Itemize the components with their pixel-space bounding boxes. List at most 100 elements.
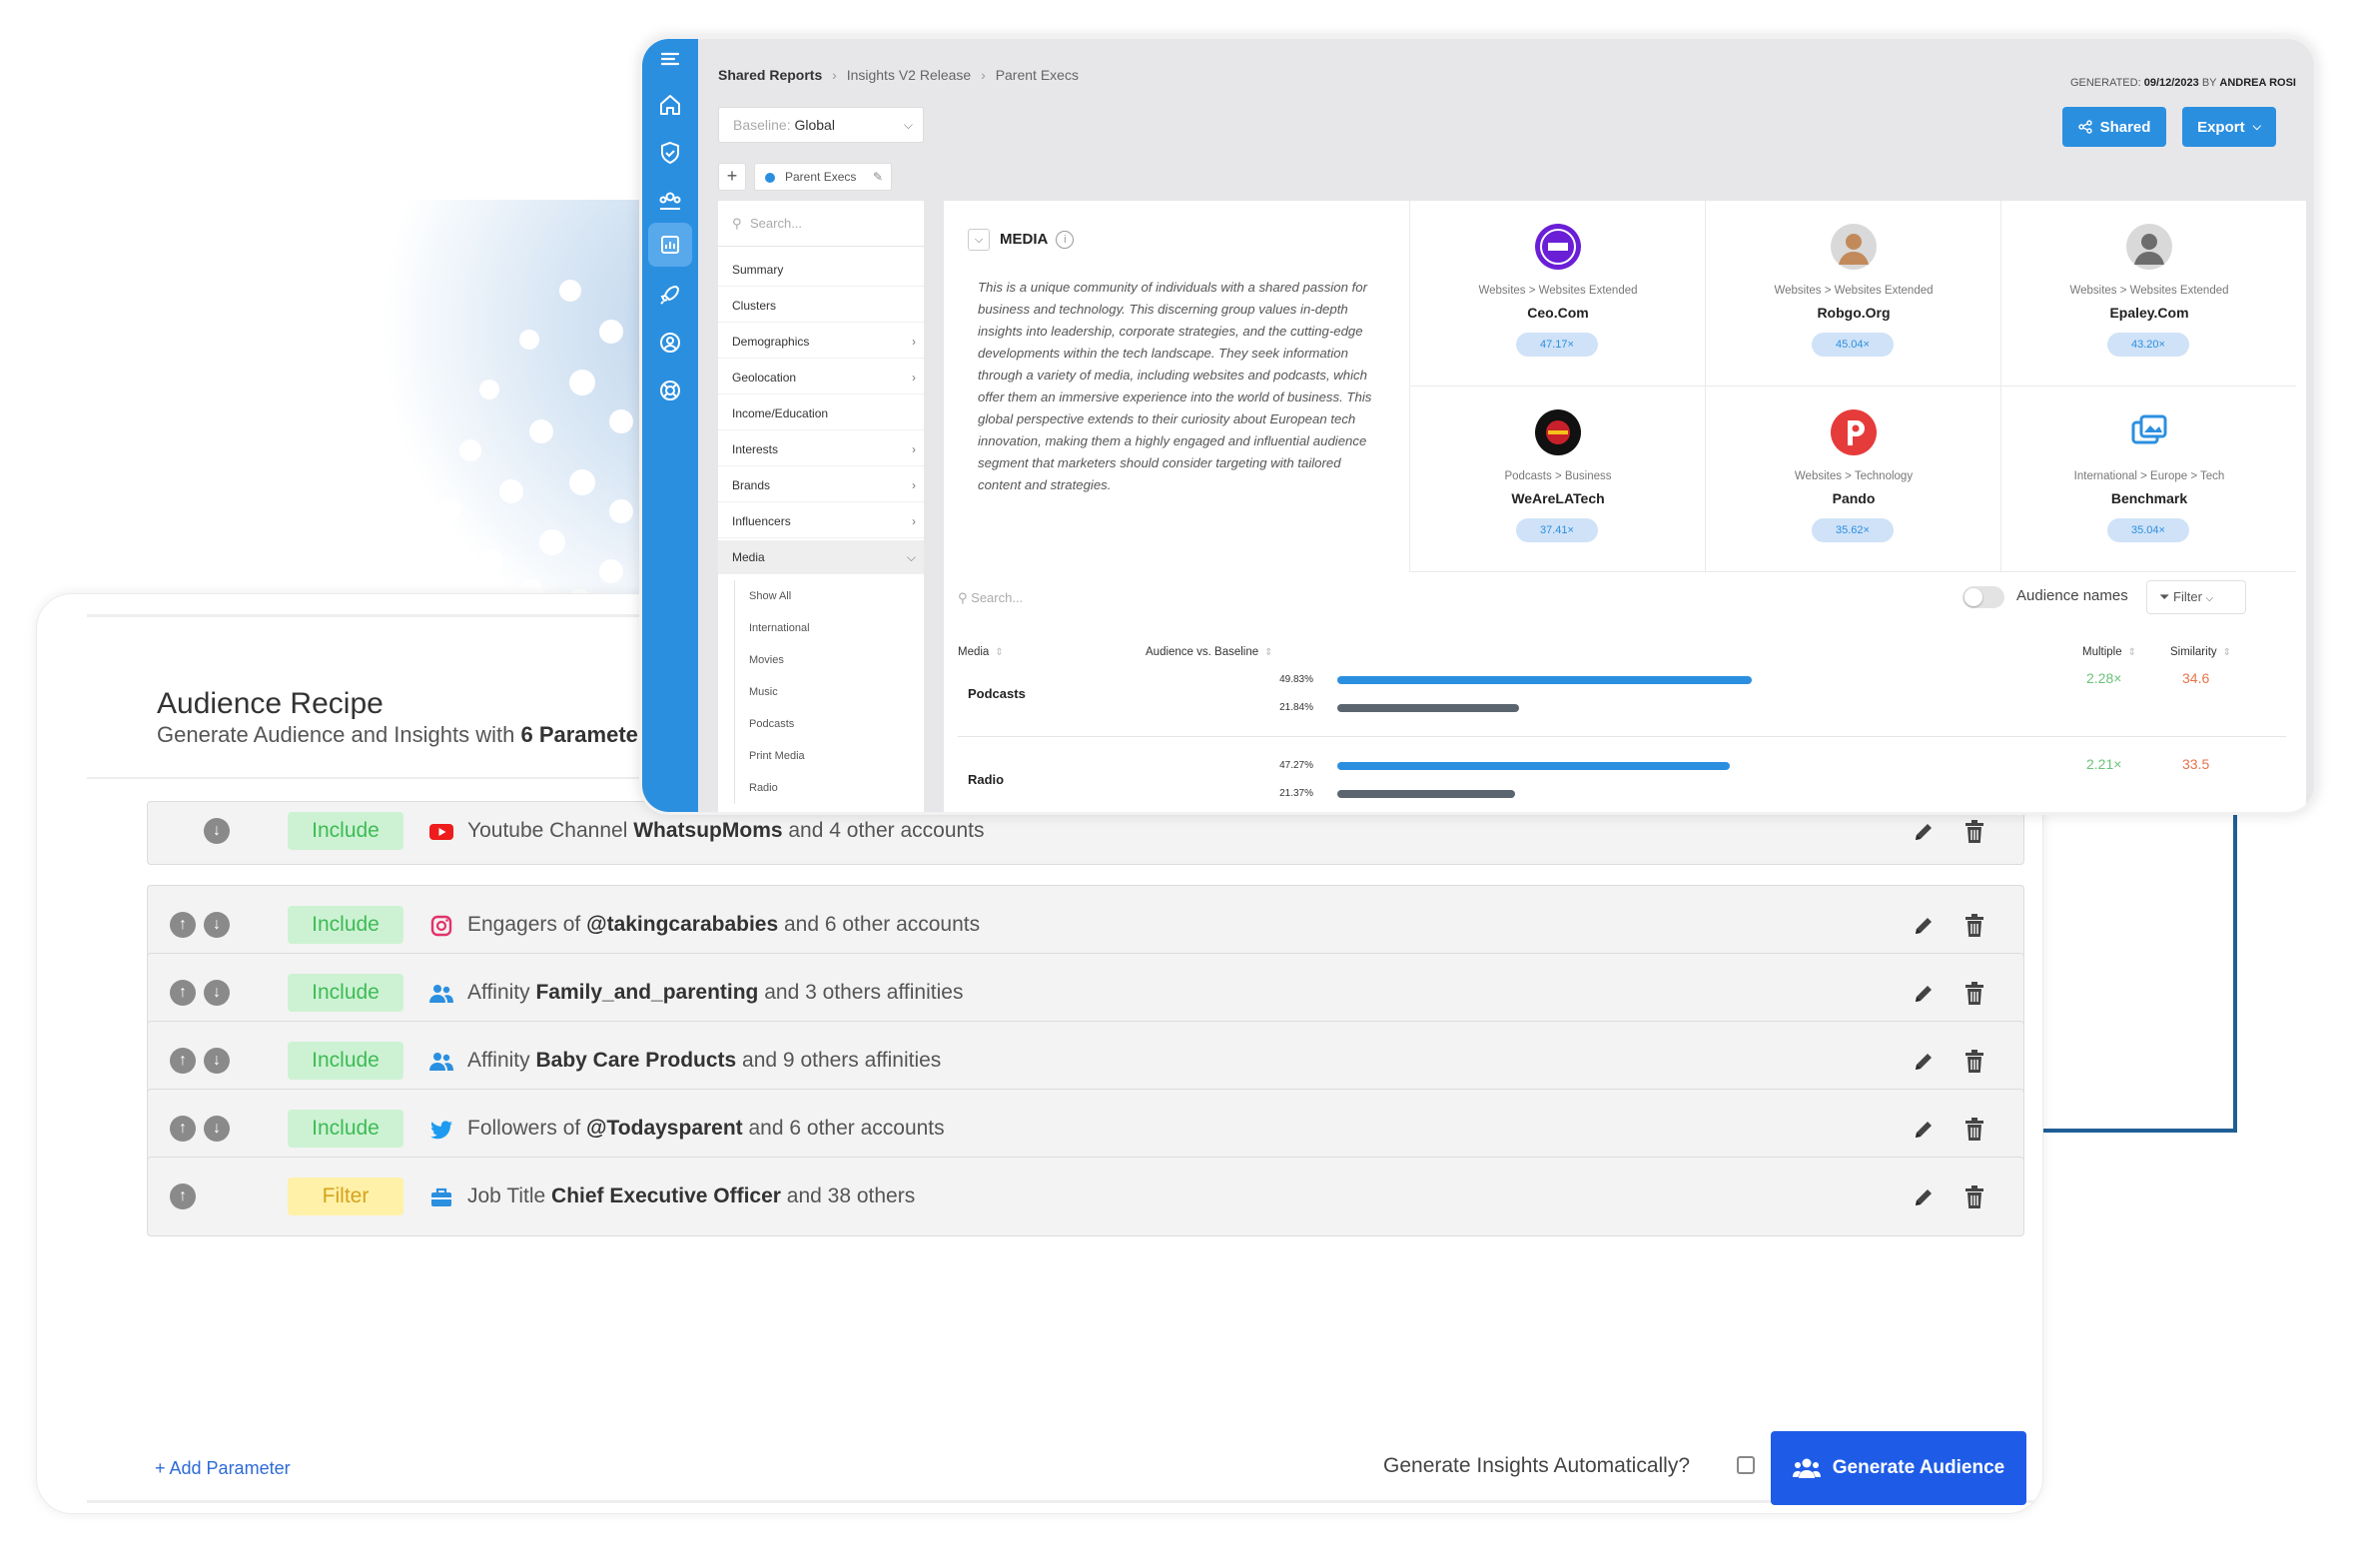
add-parameter-link[interactable]: + Add Parameter bbox=[155, 1458, 291, 1479]
menu-item-income-education[interactable]: Income/Education bbox=[718, 396, 924, 430]
parameter-type-badge[interactable]: Include bbox=[288, 1042, 403, 1080]
pencil-icon[interactable]: ✎ bbox=[873, 164, 883, 190]
column-header-similarity[interactable]: Similarity ⇕ bbox=[2170, 646, 2231, 658]
trash-icon[interactable] bbox=[1963, 1117, 1985, 1143]
menu-item-geolocation[interactable]: Geolocation › bbox=[718, 361, 924, 394]
move-down-button[interactable]: ↓ bbox=[204, 980, 230, 1006]
audience-icon[interactable] bbox=[656, 187, 684, 215]
media-card[interactable]: Websites > Websites Extended Robgo.Org 4… bbox=[1705, 201, 2000, 387]
people-icon bbox=[427, 1048, 455, 1076]
menu-icon[interactable] bbox=[656, 45, 684, 73]
shield-icon[interactable] bbox=[656, 139, 684, 167]
submenu-item[interactable]: Movies bbox=[734, 644, 924, 676]
parameter-type-badge[interactable]: Filter bbox=[288, 1177, 403, 1215]
breadcrumb-item-release[interactable]: Insights V2 Release bbox=[847, 67, 972, 83]
move-down-button[interactable]: ↓ bbox=[204, 1048, 230, 1074]
trash-icon[interactable] bbox=[1963, 1049, 1985, 1075]
edit-icon[interactable] bbox=[1912, 1050, 1936, 1074]
decor-dot bbox=[539, 529, 565, 555]
media-card-category: International > Europe > Tech bbox=[2073, 470, 2225, 482]
move-up-button[interactable]: ↑ bbox=[170, 980, 196, 1006]
move-up-button[interactable]: ↑ bbox=[170, 1183, 196, 1209]
support-icon[interactable] bbox=[656, 377, 684, 404]
column-header-audience[interactable]: Audience vs. Baseline ⇕ bbox=[1146, 646, 1273, 658]
edit-icon[interactable] bbox=[1912, 1118, 1936, 1142]
filter-button[interactable]: ⏷ Filter ⌵ bbox=[2146, 580, 2246, 614]
briefcase-icon bbox=[427, 1183, 455, 1211]
media-card[interactable]: Websites > Websites Extended Epaley.Com … bbox=[2000, 201, 2296, 387]
chevron-down-icon: ⌵ bbox=[2205, 593, 2214, 604]
column-header-media[interactable]: Media ⇕ bbox=[958, 646, 1004, 658]
decor-dot bbox=[609, 409, 633, 433]
baseline-select[interactable]: Baseline: Global ⌵ bbox=[718, 107, 924, 143]
submenu-item[interactable]: Show All bbox=[734, 580, 924, 612]
nav-rail bbox=[642, 39, 698, 812]
move-down-button[interactable]: ↓ bbox=[204, 1116, 230, 1142]
info-icon[interactable]: i bbox=[1056, 231, 1075, 249]
collapse-icon[interactable]: ⌵ bbox=[968, 229, 990, 251]
trash-icon[interactable] bbox=[1963, 913, 1985, 939]
breadcrumb-item-current: Parent Execs bbox=[995, 67, 1079, 83]
parameter-type-badge[interactable]: Include bbox=[288, 812, 403, 850]
home-icon[interactable] bbox=[656, 91, 684, 119]
parameter-type-badge[interactable]: Include bbox=[288, 1110, 403, 1148]
table-search-input[interactable]: ⚲ Search... bbox=[958, 590, 1023, 606]
edit-icon[interactable] bbox=[1912, 914, 1936, 938]
media-card[interactable]: Websites > Technology Pando 35.62× bbox=[1705, 387, 2000, 572]
menu-item-demographics[interactable]: Demographics › bbox=[718, 325, 924, 359]
edit-icon[interactable] bbox=[1912, 820, 1936, 844]
audience-names-toggle[interactable] bbox=[1962, 586, 2004, 608]
parameter-type-badge[interactable]: Include bbox=[288, 906, 403, 944]
menu-item-label: Influencers bbox=[732, 514, 791, 528]
parameter-type-badge[interactable]: Include bbox=[288, 974, 403, 1012]
segment-tab[interactable]: Parent Execs ✎ bbox=[754, 163, 892, 191]
user-circle-icon[interactable] bbox=[656, 329, 684, 357]
menu-item-influencers[interactable]: Influencers › bbox=[718, 504, 924, 538]
move-up-button[interactable]: ↑ bbox=[170, 912, 196, 938]
menu-item-label: Income/Education bbox=[732, 406, 829, 420]
generate-auto-checkbox[interactable] bbox=[1737, 1456, 1755, 1474]
media-card[interactable]: Podcasts > Business WeAreLATech 37.41× bbox=[1409, 387, 1705, 572]
menu-item-interests[interactable]: Interests › bbox=[718, 432, 924, 466]
trash-icon[interactable] bbox=[1963, 819, 1985, 845]
shared-label: Shared bbox=[2099, 118, 2151, 136]
generate-audience-button[interactable]: Generate Audience bbox=[1771, 1431, 2026, 1505]
breadcrumb-item-shared-reports[interactable]: Shared Reports bbox=[718, 67, 822, 83]
submenu-item-label: Podcasts bbox=[749, 718, 795, 730]
export-button[interactable]: Export ⌵ bbox=[2182, 107, 2276, 147]
menu-item-summary[interactable]: Summary bbox=[718, 253, 924, 287]
move-up-button[interactable]: ↑ bbox=[170, 1048, 196, 1074]
top-media-cards: Websites > Websites Extended Ceo.Com 47.… bbox=[1409, 201, 2306, 572]
menu-search-input[interactable]: ⚲ Search... bbox=[718, 201, 924, 247]
menu-item-media[interactable]: Media ⌵ bbox=[718, 540, 924, 574]
generate-auto-label: Generate Insights Automatically? bbox=[1383, 1454, 1691, 1477]
edit-icon[interactable] bbox=[1912, 982, 1936, 1006]
shared-button[interactable]: Shared bbox=[2062, 107, 2166, 147]
decor-dot bbox=[599, 320, 623, 344]
menu-item-clusters[interactable]: Clusters bbox=[718, 289, 924, 323]
submenu-item[interactable]: International bbox=[734, 612, 924, 644]
menu-search-placeholder: Search... bbox=[750, 216, 803, 231]
move-down-button[interactable]: ↓ bbox=[204, 818, 230, 844]
add-segment-button[interactable]: + bbox=[718, 163, 746, 191]
twitter-icon bbox=[427, 1116, 455, 1144]
column-header-multiple[interactable]: Multiple ⇕ bbox=[2082, 646, 2136, 658]
breadcrumb-separator: › bbox=[832, 67, 837, 83]
submenu-item[interactable]: Podcasts bbox=[734, 708, 924, 740]
trash-icon[interactable] bbox=[1963, 1184, 1985, 1210]
stage: Audience Recipe Generate Audience and In… bbox=[0, 0, 2355, 1568]
rocket-icon[interactable] bbox=[656, 281, 684, 309]
media-card[interactable]: International > Europe > Tech Benchmark … bbox=[2000, 387, 2296, 572]
media-card[interactable]: Websites > Websites Extended Ceo.Com 47.… bbox=[1409, 201, 1705, 387]
menu-item-brands[interactable]: Brands › bbox=[718, 468, 924, 502]
decor-dot bbox=[609, 499, 633, 523]
submenu-item[interactable]: Print Media bbox=[734, 740, 924, 772]
trash-icon[interactable] bbox=[1963, 981, 1985, 1007]
edit-icon[interactable] bbox=[1912, 1185, 1936, 1209]
move-down-button[interactable]: ↓ bbox=[204, 912, 230, 938]
report-icon[interactable] bbox=[656, 231, 684, 259]
parameter-key: WhatsupMoms bbox=[633, 819, 783, 842]
submenu-item[interactable]: Radio bbox=[734, 772, 924, 804]
submenu-item[interactable]: Music bbox=[734, 676, 924, 708]
move-up-button[interactable]: ↑ bbox=[170, 1116, 196, 1142]
